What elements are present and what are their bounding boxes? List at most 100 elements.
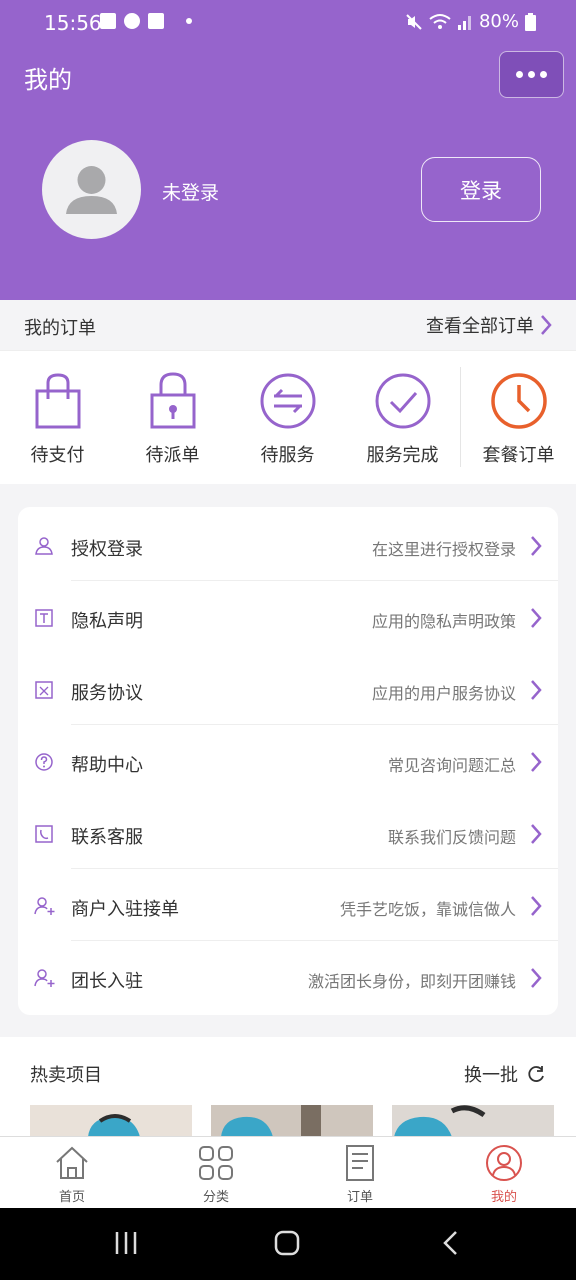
tab-label: 分类 [202,1190,229,1205]
chevron-right-icon [531,968,542,988]
order-status-bar: 待支付 待派单 待服务 服务完成 套餐订单 [0,350,576,484]
order-item-package[interactable]: 套餐订单 [461,351,576,485]
order-item-pending-payment[interactable]: 待支付 [0,351,115,485]
menu-item-desc: 应用的用户服务协议 [371,684,516,703]
battery-icon [525,12,536,31]
product-image [392,1105,554,1137]
menu-item-privacy[interactable]: 隐私声明 应用的隐私声明政策 [18,581,558,653]
menu-item-label: 授权登录 [71,539,143,560]
username-label: 未登录 [162,182,220,204]
home-icon [56,1146,88,1179]
menu-item-label: 隐私声明 [71,611,143,632]
order-item-label: 待支付 [30,445,85,466]
order-item-label: 待派单 [145,445,200,466]
tab-orders[interactable]: 订单 [288,1137,432,1209]
signal-icon [457,15,471,30]
order-item-pending-dispatch[interactable]: 待派单 [115,351,230,485]
more-button[interactable] [499,51,564,98]
menu-item-desc: 凭手艺吃饭，靠诚信做人 [339,900,516,919]
shopping-bag-icon [35,373,80,429]
bottom-tab-bar: 首页 分类 订单 我的 [0,1136,576,1208]
menu-item-service-agreement[interactable]: 服务协议 应用的用户服务协议 [18,653,558,725]
battery-level: 80% [478,11,519,32]
hot-items-section: 热卖项目 换一批 [0,1037,576,1137]
menu-item-desc: 常见咨询问题汇总 [387,756,516,775]
text-box-icon [35,609,53,627]
menu-item-customer-service[interactable]: 联系客服 联系我们反馈问题 [18,797,558,869]
product-thumbnail[interactable] [392,1105,554,1137]
notification-icons [100,13,192,29]
tab-label: 首页 [58,1190,85,1205]
menu-item-leader-join[interactable]: 团长入驻 激活团长身份，即刻开团赚钱 [18,941,558,1013]
more-dots-icon [516,71,523,78]
menu-item-merchant-join[interactable]: 商户入驻接单 凭手艺吃饭，靠诚信做人 [18,869,558,941]
chevron-right-icon [541,315,552,335]
order-item-label: 服务完成 [366,445,439,466]
product-thumbnail[interactable] [30,1105,192,1137]
system-navigation-bar [0,1208,576,1280]
profile-icon [486,1145,522,1181]
chevron-right-icon [531,752,542,772]
chevron-right-icon [531,824,542,844]
gallery-icon [100,13,116,29]
dot-icon [186,18,192,24]
tab-category[interactable]: 分类 [144,1137,288,1209]
view-all-orders-label: 查看全部订单 [426,316,534,337]
user-silhouette-icon [66,166,117,214]
login-button[interactable]: 登录 [421,157,541,222]
menu-item-desc: 激活团长身份，即刻开团赚钱 [307,972,516,991]
check-circle-icon [375,373,430,429]
product-thumbnail[interactable] [211,1105,373,1137]
refresh-label: 换一批 [464,1065,518,1086]
status-bar: 15:56 80% [0,0,576,46]
order-item-completed[interactable]: 服务完成 [345,351,460,485]
chevron-right-icon [531,896,542,916]
product-image [30,1105,192,1137]
settings-menu: 授权登录 在这里进行授权登录 隐私声明 应用的隐私声明政策 服务协议 应用的用户… [18,507,558,1015]
home-button-icon[interactable] [274,1230,300,1256]
tab-profile[interactable]: 我的 [432,1137,576,1209]
wifi-icon [429,13,451,29]
mute-icon [406,13,422,30]
system-icons: 80% [405,11,536,32]
avatar[interactable] [42,140,141,239]
tab-home[interactable]: 首页 [0,1137,144,1209]
phone-icon [35,825,53,843]
grid-icon [199,1146,233,1180]
menu-item-help-center[interactable]: 帮助中心 常见咨询问题汇总 [18,725,558,797]
menu-item-label: 联系客服 [71,827,143,848]
more-dot [528,71,535,78]
menu-item-desc: 在这里进行授权登录 [371,540,516,559]
refresh-button[interactable]: 换一批 [464,1061,546,1087]
exchange-icon [260,373,315,429]
menu-item-desc: 应用的隐私声明政策 [371,612,516,631]
clock-icon [490,373,547,429]
add-user-icon [34,969,55,987]
menu-item-auth-login[interactable]: 授权登录 在这里进行授权登录 [18,509,558,581]
question-icon [35,753,53,771]
order-item-label: 套餐订单 [482,445,555,466]
document-icon [35,681,53,699]
page-title: 我的 [24,66,72,94]
order-list-icon [346,1145,374,1181]
order-item-label: 待服务 [260,445,315,466]
hot-items-title: 热卖项目 [30,1065,102,1086]
cloud-icon [124,13,140,29]
chevron-right-icon [531,680,542,700]
refresh-icon [528,1066,544,1082]
recent-apps-icon[interactable] [113,1230,139,1256]
user-icon [35,537,53,555]
view-all-orders-link[interactable]: 查看全部订单 [426,312,552,338]
tab-label: 我的 [490,1190,517,1205]
order-item-pending-service[interactable]: 待服务 [230,351,345,485]
status-time: 15:56 [44,11,102,35]
orders-header: 我的订单 查看全部订单 [0,300,576,350]
more-dot [540,71,547,78]
add-user-icon [34,897,55,915]
menu-item-label: 帮助中心 [71,755,143,776]
lock-icon [150,372,195,429]
product-image [211,1105,373,1137]
back-icon[interactable] [438,1230,464,1256]
chevron-right-icon [531,608,542,628]
chevron-right-icon [531,536,542,556]
